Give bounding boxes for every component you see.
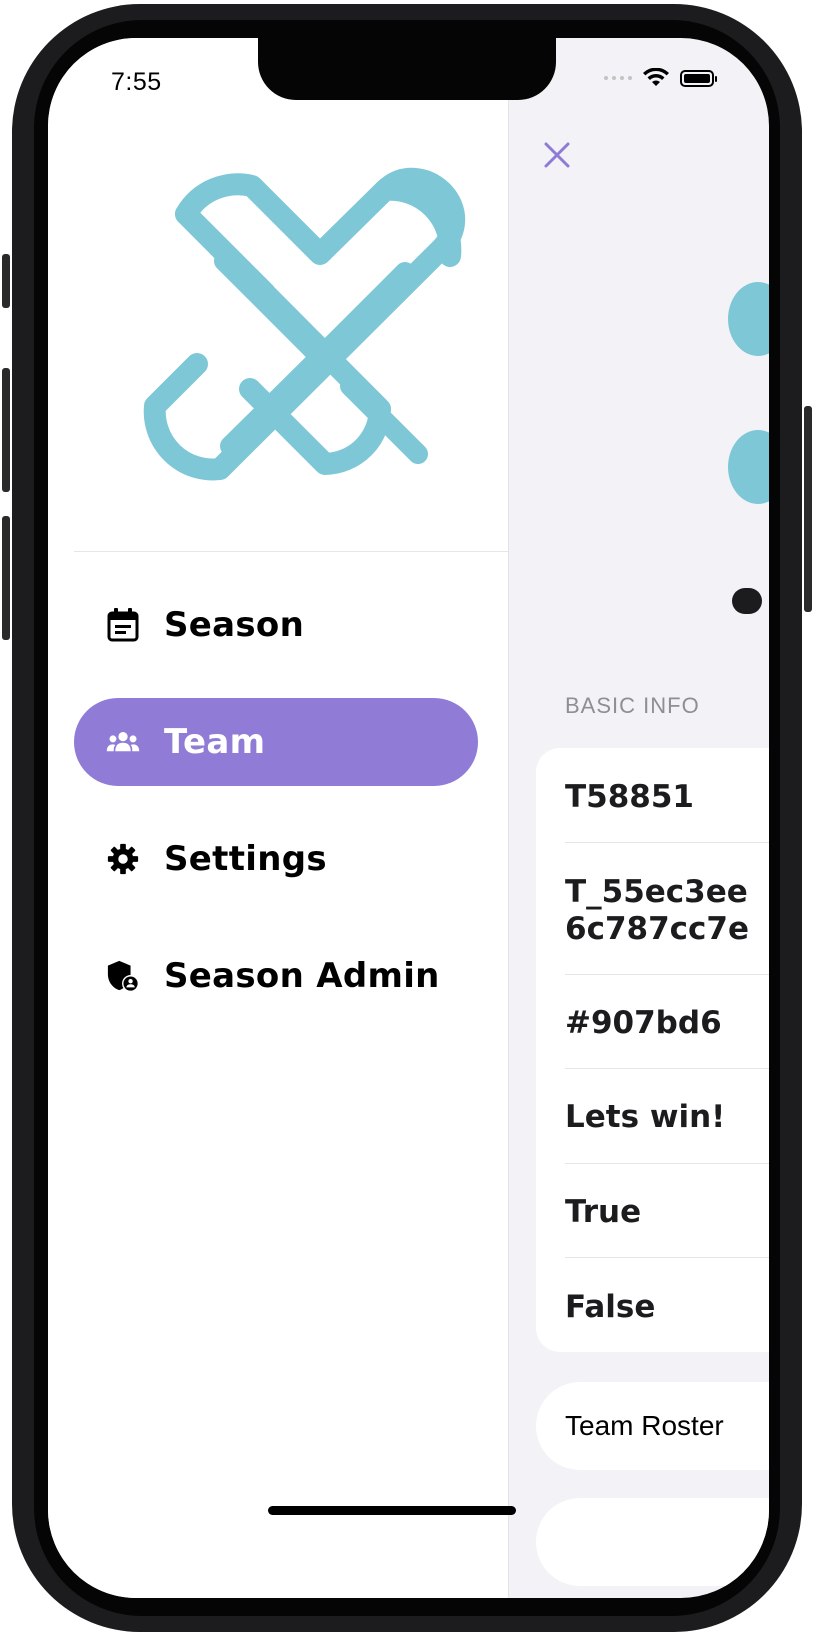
- menu-item-team-label: Team: [164, 722, 266, 762]
- info-row-id: T58851: [565, 779, 694, 815]
- cellular-signal-icon: [604, 76, 632, 80]
- info-row-flag-true: True: [565, 1194, 642, 1230]
- divider: [565, 1068, 769, 1069]
- status-icons: [604, 68, 717, 88]
- divider: [565, 1257, 769, 1258]
- divider: [565, 842, 769, 843]
- info-row-identifier-line2: 6c787cc7e: [565, 911, 750, 947]
- status-time: 7:55: [111, 68, 162, 96]
- close-icon[interactable]: [542, 140, 572, 170]
- power-button: [804, 406, 812, 612]
- calendar-icon: [106, 608, 140, 642]
- screen: 7:55 BASIC INFO T58851 T_55ec3ee 6c787cc…: [48, 38, 769, 1598]
- battery-icon: [680, 69, 717, 87]
- menu-item-season-admin[interactable]: Season Admin: [74, 932, 478, 1020]
- team-logo-peek-2: [728, 430, 769, 504]
- divider: [565, 1163, 769, 1164]
- menu-item-settings[interactable]: Settings: [74, 815, 478, 903]
- basic-info-card: T58851 T_55ec3ee 6c787cc7e #907bd6 Lets …: [536, 748, 769, 1352]
- next-action-button[interactable]: [536, 1498, 769, 1586]
- info-row-motto: Lets win!: [565, 1099, 726, 1135]
- notch: [258, 38, 556, 100]
- divider: [565, 974, 769, 975]
- menu-item-settings-label: Settings: [164, 839, 327, 879]
- wifi-icon: [643, 68, 669, 86]
- volume-up-button: [2, 368, 10, 492]
- home-indicator[interactable]: [268, 1506, 516, 1515]
- menu-item-season-label: Season: [164, 605, 305, 645]
- mute-switch: [2, 254, 10, 308]
- gear-icon: [106, 842, 140, 876]
- info-row-identifier-line1: T_55ec3ee: [565, 874, 748, 910]
- team-icon: [106, 725, 140, 759]
- volume-down-button: [2, 516, 10, 640]
- info-row-color: #907bd6: [565, 1005, 722, 1041]
- menu-item-season[interactable]: Season: [74, 581, 478, 669]
- app-logo: [143, 167, 466, 481]
- team-roster-button[interactable]: Team Roster: [536, 1382, 769, 1470]
- team-logo-peek: [728, 282, 769, 356]
- menu-item-season-admin-label: Season Admin: [164, 956, 440, 996]
- side-menu: Season Team Settings Season Admin: [48, 38, 509, 1598]
- admin-shield-icon: [106, 959, 140, 993]
- toggle-peek: [732, 588, 762, 614]
- section-header-basic-info: BASIC INFO: [565, 693, 700, 718]
- menu-item-team[interactable]: Team: [74, 698, 478, 786]
- info-row-flag-false: False: [565, 1289, 656, 1325]
- menu-divider: [74, 551, 508, 552]
